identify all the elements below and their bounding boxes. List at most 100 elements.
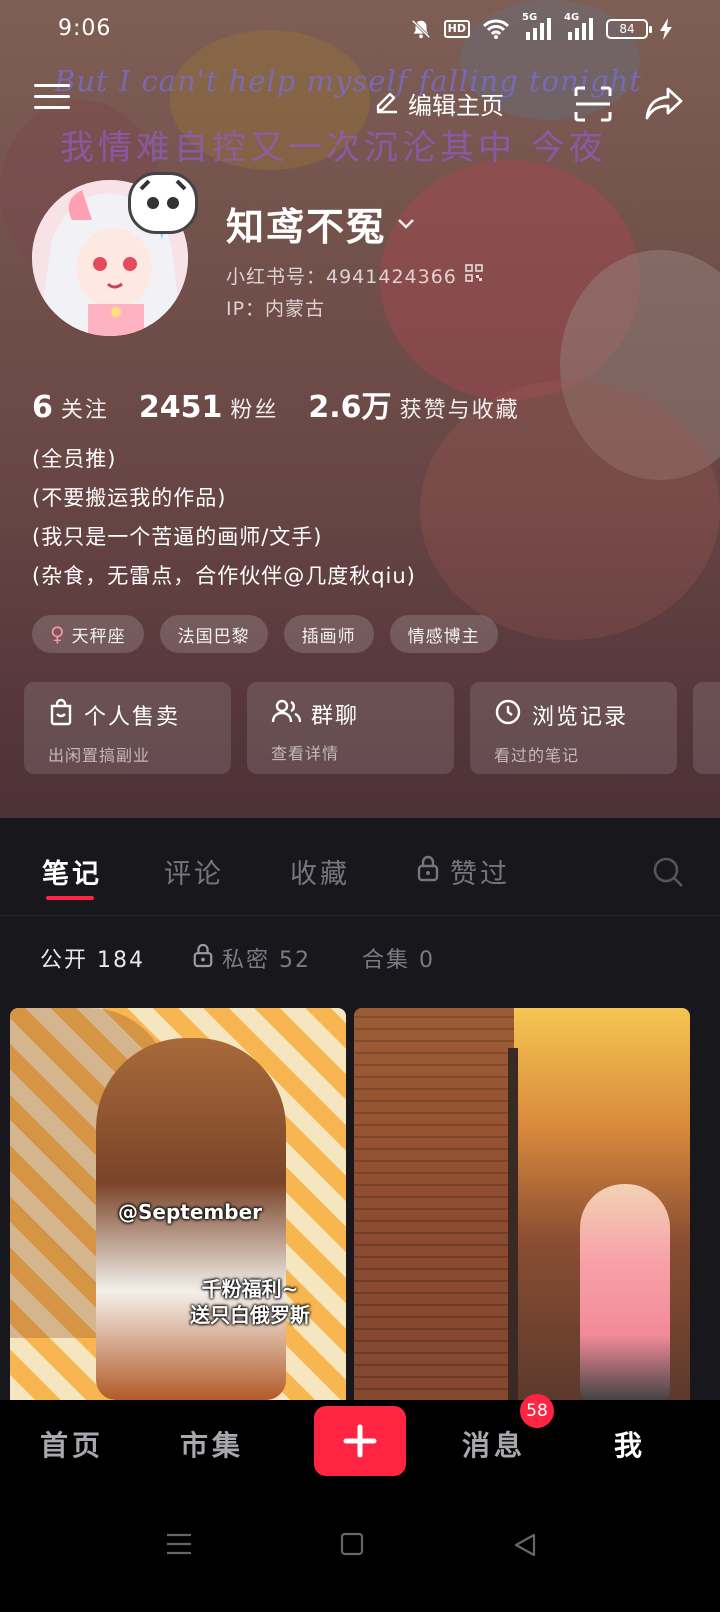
wifi-icon	[482, 18, 510, 40]
hamburger-icon	[34, 84, 70, 87]
note-image-pole	[508, 1048, 518, 1400]
filter-public[interactable]: 公开 184	[40, 942, 145, 974]
stat-likes-and-collects[interactable]: 2.6万 获赞与收藏	[308, 382, 519, 426]
search-icon	[653, 857, 683, 887]
signal-4g-label: 4G	[564, 12, 580, 23]
tag-location: 法国巴黎	[159, 615, 268, 653]
menu-lines-icon	[167, 1533, 191, 1555]
nav-messages[interactable]: 消息	[462, 1424, 526, 1464]
stat-label: 关注	[60, 398, 109, 423]
quick-action-title: 个人售卖	[84, 705, 181, 730]
tag-label: 法国巴黎	[177, 626, 250, 647]
profile-tags: ♀ 天秤座 法国巴黎 插画师 情感博主	[32, 615, 498, 653]
tag-zodiac: ♀ 天秤座	[32, 615, 144, 653]
edit-profile-label: 编辑主页	[408, 92, 504, 120]
stat-label: 粉丝	[230, 398, 279, 423]
female-icon: ♀	[50, 622, 66, 646]
edit-profile-button[interactable]: 编辑主页	[374, 86, 504, 121]
note-image-caption: @September	[118, 1200, 262, 1224]
filter-private-label: 私密 52	[222, 948, 311, 973]
profile-tabs: 笔记 评论 收藏 赞过	[0, 818, 720, 916]
group-users-icon	[271, 698, 302, 730]
lock-icon	[416, 854, 440, 889]
tag-label: 插画师	[301, 626, 356, 647]
pencil-icon	[374, 88, 400, 120]
avatar-sticker-icon	[128, 172, 198, 234]
scan-button[interactable]	[574, 86, 612, 126]
lock-icon	[192, 942, 214, 974]
quick-action-subtitle: 查看详情	[271, 744, 340, 763]
search-button[interactable]	[652, 856, 684, 892]
menu-button[interactable]	[34, 84, 70, 120]
share-icon	[645, 87, 683, 120]
note-caption-line: 千粉福利~	[201, 1277, 299, 1301]
quick-action-sell[interactable]: 个人售卖 出闲置搞副业	[24, 682, 231, 774]
tag-label: 天秤座	[71, 626, 126, 647]
profile-name-text: 知鸢不冤	[226, 205, 387, 249]
stat-value: 2.6万	[308, 390, 392, 425]
nav-market[interactable]: 市集	[180, 1424, 244, 1464]
quick-actions: 个人售卖 出闲置搞副业 群聊 查看详情 浏览记录 看过的笔记	[24, 682, 720, 774]
nav-home[interactable]: 首页	[40, 1424, 104, 1464]
create-post-button[interactable]	[314, 1406, 406, 1476]
background-lyric-chinese: 我情难自控又一次沉沦其中 今夜	[60, 128, 607, 168]
status-bar: 9:06 HD 5G 4G 84	[0, 0, 720, 60]
nav-me[interactable]: 我	[614, 1424, 646, 1464]
stat-label: 获赞与收藏	[399, 398, 520, 423]
charging-bolt-icon	[660, 18, 672, 40]
background-lyric-english: But I can't help myself falling tonight	[54, 64, 642, 98]
quick-action-more[interactable]	[693, 682, 720, 774]
share-button[interactable]	[644, 86, 684, 126]
note-image-brick-wall	[354, 1008, 514, 1400]
chevron-down-icon	[396, 212, 416, 236]
active-tab-indicator	[46, 896, 94, 900]
bio-line: (杂食，无雷点，合作伙伴@几度秋qiu)	[32, 564, 416, 588]
note-image-character	[580, 1184, 670, 1400]
qr-code-icon	[465, 264, 483, 287]
profile-bio: (全员推) (不要搬运我的作品) (我只是一个苦逼的画师/文手) (杂食，无雷点…	[32, 440, 416, 596]
tab-liked[interactable]: 赞过	[416, 852, 510, 891]
quick-action-group-chat[interactable]: 群聊 查看详情	[247, 682, 454, 774]
tab-collections[interactable]: 收藏	[290, 852, 350, 891]
signal-5g-icon: 5G	[522, 12, 552, 40]
redbook-id[interactable]: 小红书号：4941424366	[226, 262, 483, 289]
tab-comments[interactable]: 评论	[164, 852, 224, 891]
note-card[interactable]	[354, 1008, 690, 1400]
filter-collections[interactable]: 合集 0	[362, 942, 435, 974]
back-button[interactable]	[512, 1532, 538, 1562]
home-button[interactable]	[340, 1532, 364, 1560]
profile-name[interactable]: 知鸢不冤	[226, 196, 416, 251]
stat-following[interactable]: 6 关注	[32, 390, 109, 425]
filter-private[interactable]: 私密 52	[192, 942, 311, 974]
redbook-id-text: 小红书号：4941424366	[226, 266, 457, 288]
tag-label: 情感博主	[407, 626, 480, 647]
clock-icon	[494, 698, 522, 732]
tab-notes[interactable]: 笔记	[42, 852, 102, 891]
note-card[interactable]: @September 千粉福利~ 送只白俄罗斯	[10, 1008, 346, 1400]
note-caption-line: 送只白俄罗斯	[190, 1303, 310, 1327]
bio-line: (全员推)	[32, 447, 117, 471]
stat-value: 6	[32, 390, 53, 425]
messages-badge: 58	[520, 1394, 554, 1428]
notes-feed: @September 千粉福利~ 送只白俄罗斯	[10, 1008, 710, 1400]
quick-action-title: 群聊	[311, 704, 360, 729]
quick-action-subtitle: 看过的笔记	[494, 746, 580, 765]
signal-4g-icon: 4G	[564, 12, 594, 40]
stat-followers[interactable]: 2451 粉丝	[139, 390, 279, 425]
bottom-navigation: 首页 市集 消息 58 我	[0, 1394, 720, 1490]
profile-stats: 6 关注 2451 粉丝 2.6万 获赞与收藏	[32, 382, 550, 426]
scan-icon	[574, 86, 612, 122]
mute-bell-icon	[410, 18, 432, 40]
bio-line: (我只是一个苦逼的画师/文手)	[32, 525, 323, 549]
bio-line: (不要搬运我的作品)	[32, 486, 227, 510]
quick-action-title: 浏览记录	[532, 705, 629, 730]
tag-occupation: 插画师	[283, 615, 374, 653]
recent-apps-button[interactable]	[166, 1532, 192, 1560]
signal-5g-label: 5G	[522, 12, 538, 23]
notes-filter: 公开 184 私密 52 合集 0	[0, 916, 720, 1000]
hd-voice-icon: HD	[443, 20, 470, 38]
tab-liked-label: 赞过	[450, 859, 510, 890]
quick-action-history[interactable]: 浏览记录 看过的笔记	[470, 682, 677, 774]
status-time: 9:06	[58, 16, 112, 41]
note-image-caption: 千粉福利~ 送只白俄罗斯	[190, 1276, 310, 1328]
